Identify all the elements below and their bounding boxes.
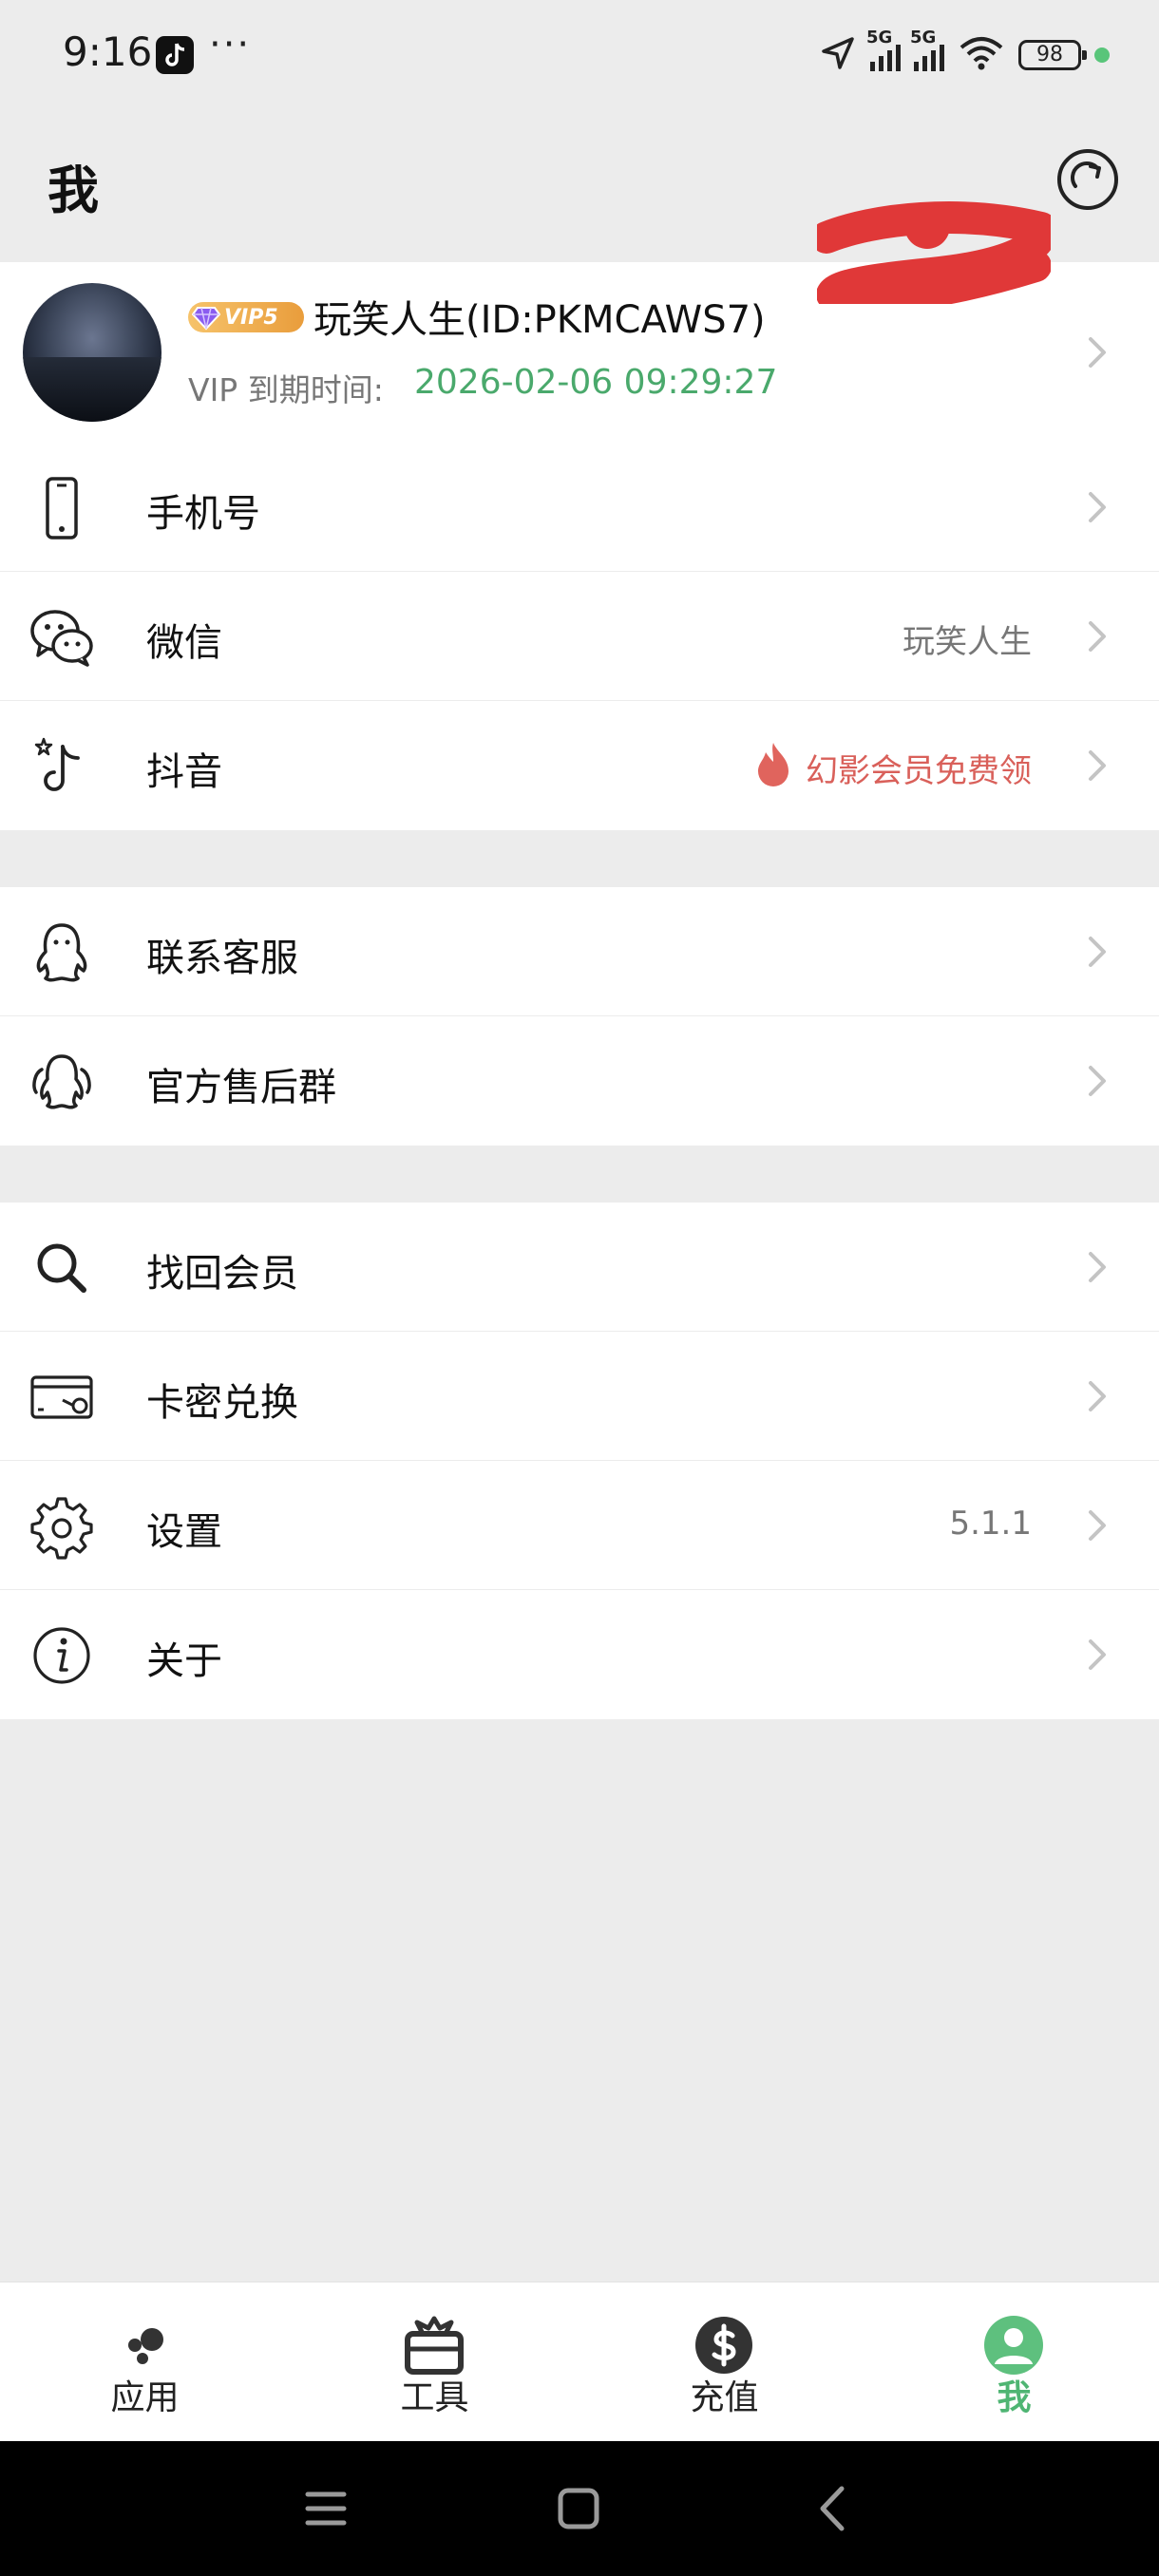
phone-label: 手机号	[146, 492, 260, 536]
customer-service-label: 联系客服	[146, 937, 298, 980]
douyin-promo-text: 幻影会员免费领	[806, 752, 1032, 790]
diamond-icon	[192, 307, 220, 331]
chevron-right-icon	[1083, 488, 1112, 526]
customer-service-row[interactable]: 联系客服	[0, 887, 1159, 1016]
dollar-icon	[694, 2315, 754, 2376]
vip-expiry-value: 2026-02-06 09:29:27	[414, 363, 778, 402]
back-arrow-icon	[820, 2486, 845, 2531]
chevron-right-icon	[1083, 1377, 1112, 1415]
toolbox-icon	[404, 2315, 465, 2376]
chevron-right-icon	[1083, 1248, 1112, 1286]
douyin-row[interactable]: 抖音 幻影会员免费领	[0, 701, 1159, 830]
menu-icon	[305, 2491, 347, 2526]
phone-icon	[28, 475, 95, 541]
search-icon	[28, 1235, 95, 1301]
status-more-icon: ···	[209, 23, 252, 66]
phone-row[interactable]: 手机号	[0, 443, 1159, 572]
system-nav-bar	[0, 2441, 1159, 2576]
nav-apps-label: 应用	[110, 2378, 180, 2417]
about-row[interactable]: 关于	[0, 1590, 1159, 1719]
wechat-value: 玩笑人生	[902, 623, 1032, 661]
person-icon	[983, 2315, 1044, 2376]
page-title: 我	[48, 161, 99, 220]
nav-tools-label: 工具	[400, 2378, 469, 2417]
vip-expiry-label: VIP 到期时间:	[188, 371, 384, 408]
chevron-right-icon	[1083, 747, 1112, 785]
bottom-nav: 应用 工具 充值 我	[0, 2282, 1159, 2441]
douyin-icon	[28, 733, 95, 800]
status-time: 9:16	[63, 28, 153, 75]
official-group-label: 官方售后群	[146, 1066, 336, 1109]
apps-icon	[114, 2315, 175, 2376]
nav-recharge-label: 充值	[690, 2378, 759, 2417]
qq-icon	[28, 919, 95, 986]
douyin-label: 抖音	[146, 750, 222, 794]
chevron-right-icon	[1083, 1636, 1112, 1674]
chevron-right-icon	[1083, 333, 1112, 371]
recover-vip-label: 找回会员	[146, 1252, 298, 1296]
back-button[interactable]	[804, 2479, 863, 2538]
chevron-right-icon	[1083, 617, 1112, 655]
signal-1-icon: 5G	[866, 28, 901, 71]
qq-group-icon	[28, 1049, 95, 1115]
battery-icon: 98	[1018, 40, 1087, 70]
settings-row[interactable]: 设置 5.1.1	[0, 1461, 1159, 1590]
douyin-notification-icon	[156, 36, 194, 74]
chevron-right-icon	[1083, 1062, 1112, 1100]
card-redeem-label: 卡密兑换	[146, 1381, 298, 1425]
nav-me[interactable]: 我	[869, 2282, 1159, 2442]
wechat-label: 微信	[146, 621, 222, 665]
wechat-row[interactable]: 微信 玩笑人生	[0, 572, 1159, 701]
avatar[interactable]	[23, 283, 162, 422]
refresh-button[interactable]	[1054, 146, 1121, 213]
nav-apps[interactable]: 应用	[0, 2282, 290, 2442]
about-label: 关于	[146, 1639, 222, 1683]
profile-name: 玩笑人生(ID:PKMCAWS7)	[314, 298, 766, 342]
card-redeem-row[interactable]: 卡密兑换	[0, 1332, 1159, 1461]
redaction-scribble	[817, 201, 1051, 304]
settings-label: 设置	[146, 1510, 222, 1554]
support-group: 联系客服 官方售后群	[0, 887, 1159, 1146]
recents-button[interactable]	[296, 2479, 355, 2538]
status-right: 5G 5G 98	[819, 28, 1110, 82]
tools-group: 找回会员 卡密兑换 设置 5.1.1 关于	[0, 1203, 1159, 1719]
refresh-icon	[1057, 149, 1118, 210]
app-version: 5.1.1	[949, 1505, 1032, 1543]
vip-badge: VIP5	[188, 302, 304, 332]
vip-level: VIP5	[224, 305, 278, 330]
home-button[interactable]	[549, 2479, 608, 2538]
recover-vip-row[interactable]: 找回会员	[0, 1203, 1159, 1332]
chevron-right-icon	[1083, 1506, 1112, 1544]
status-bar: 9:16 ··· 5G 5G 98	[0, 0, 1159, 112]
douyin-promo[interactable]: 幻影会员免费领	[752, 743, 1032, 791]
account-group: 手机号 微信 玩笑人生 抖音 幻影会员免费领	[0, 443, 1159, 830]
chevron-right-icon	[1083, 933, 1112, 971]
wechat-icon	[28, 604, 95, 671]
nav-tools[interactable]: 工具	[290, 2282, 580, 2442]
location-icon	[819, 34, 857, 76]
info-icon	[28, 1622, 95, 1689]
flame-icon	[758, 743, 788, 786]
card-icon	[28, 1364, 95, 1430]
privacy-indicator-icon	[1094, 47, 1110, 63]
nav-me-label: 我	[997, 2378, 1032, 2417]
screen: 9:16 ··· 5G 5G 98 我 VIP5 玩笑人生(ID:PKMCAWS…	[0, 0, 1159, 2576]
home-square-icon	[558, 2488, 599, 2529]
wifi-icon	[958, 34, 1005, 76]
signal-2-icon: 5G	[910, 28, 944, 71]
official-group-row[interactable]: 官方售后群	[0, 1016, 1159, 1146]
nav-recharge[interactable]: 充值	[580, 2282, 869, 2442]
gear-icon	[28, 1493, 95, 1560]
